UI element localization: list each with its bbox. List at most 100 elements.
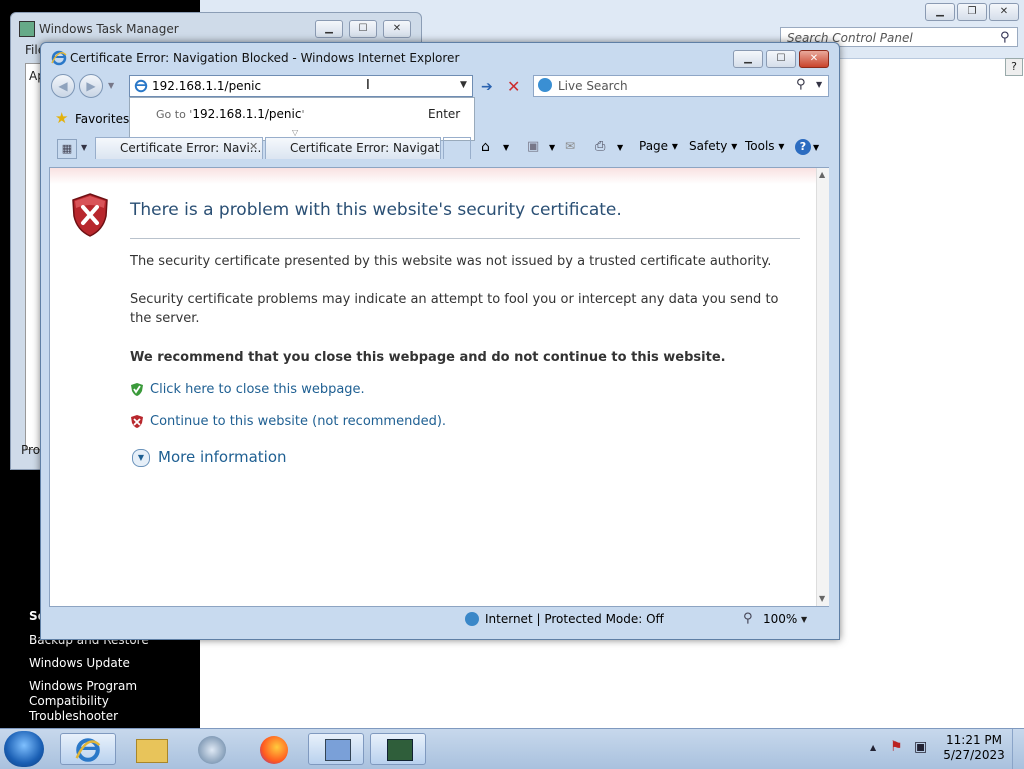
live-search-input[interactable]: Live Search ⚲ ▼ bbox=[533, 75, 829, 97]
address-dropdown-icon[interactable]: ▼ bbox=[460, 80, 467, 90]
zoom-icon[interactable]: ⚲ bbox=[743, 611, 753, 626]
continue-website-link[interactable]: Continue to this website (not recommende… bbox=[150, 414, 446, 429]
page-content: ▲ ▼ There is a problem with this website… bbox=[49, 167, 829, 607]
error-shield-icon bbox=[72, 193, 108, 237]
scroll-down-icon[interactable]: ▼ bbox=[819, 594, 825, 603]
recommendation-text: We recommend that you close this webpage… bbox=[130, 350, 726, 365]
close-webpage-link[interactable]: Click here to close this webpage. bbox=[150, 382, 365, 397]
page-menu[interactable]: Page ▾ bbox=[639, 139, 678, 153]
ie-logo-icon bbox=[51, 50, 67, 66]
show-desktop-button[interactable] bbox=[1012, 729, 1024, 769]
search-options-dropdown-icon[interactable]: ▼ bbox=[816, 80, 822, 89]
read-mail-icon[interactable]: ✉ bbox=[565, 139, 575, 153]
history-dropdown-icon[interactable]: ▼ bbox=[108, 81, 114, 90]
page-title: There is a problem with this website's s… bbox=[130, 200, 622, 220]
tab-certificate-error-2[interactable]: Certificate Error: Navigati... bbox=[265, 137, 441, 159]
scroll-up-icon[interactable]: ▲ bbox=[819, 170, 825, 179]
print-icon[interactable]: ⎙ bbox=[595, 139, 605, 154]
firefox-icon[interactable] bbox=[246, 733, 302, 765]
para-security-warning: Security certificate problems may indica… bbox=[130, 292, 779, 326]
suggestion-goto[interactable]: Go to '192.168.1.1/penic' bbox=[156, 107, 304, 121]
feeds-icon[interactable]: ▣ bbox=[527, 139, 539, 154]
tab-certificate-error-1[interactable]: Certificate Error: Navi... bbox=[95, 137, 263, 159]
start-button-icon[interactable] bbox=[4, 731, 44, 767]
page-icon bbox=[134, 79, 148, 93]
zoom-dropdown-icon[interactable]: ▼ bbox=[801, 615, 807, 624]
goto-suffix: ' bbox=[301, 108, 305, 121]
tm-maximize-button[interactable]: ☐ bbox=[349, 20, 377, 38]
tab-list-dropdown-icon[interactable]: ▼ bbox=[81, 143, 87, 152]
ie-window: Certificate Error: Navigation Blocked - … bbox=[40, 42, 840, 640]
help-icon[interactable]: ? bbox=[795, 139, 811, 155]
expand-chevron-icon[interactable]: ▼ bbox=[132, 449, 150, 467]
taskbar-ie-button[interactable] bbox=[60, 733, 116, 765]
quick-tabs-icon[interactable]: ▦ bbox=[57, 139, 77, 159]
favorites-button[interactable]: Favorites bbox=[75, 112, 129, 126]
safety-menu[interactable]: Safety ▾ bbox=[689, 139, 737, 153]
new-tab-button[interactable] bbox=[443, 137, 471, 159]
goto-prefix: Go to ' bbox=[156, 108, 193, 121]
network-icon[interactable]: ▣ bbox=[914, 739, 927, 755]
taskbar: ▲ ⚑ ▣ 11:21 PM 5/27/2023 bbox=[0, 728, 1024, 769]
title-divider bbox=[130, 238, 800, 239]
red-shield-icon bbox=[131, 415, 143, 428]
safety-menu-label: Safety bbox=[689, 139, 728, 153]
tab-row: ▦ ▼ Certificate Error: Navi... ✕ Certifi… bbox=[47, 135, 831, 161]
cp-restore-button[interactable]: ❐ bbox=[957, 3, 987, 21]
clock-date: 5/27/2023 bbox=[943, 748, 1005, 762]
live-search-logo-icon bbox=[538, 78, 552, 92]
show-hidden-icons-chevron-icon[interactable]: ▲ bbox=[870, 743, 876, 752]
favorites-star-icon[interactable]: ★ bbox=[55, 109, 68, 127]
page-menu-label: Page bbox=[639, 139, 669, 153]
go-arrow-icon[interactable]: ➔ bbox=[481, 79, 493, 95]
control-panel-taskbar-icon[interactable] bbox=[308, 733, 364, 765]
suggestion-enter: Enter bbox=[428, 107, 461, 121]
tools-menu-label: Tools bbox=[745, 139, 775, 153]
task-manager-title: Windows Task Manager bbox=[39, 22, 179, 36]
forward-button[interactable]: ▶ bbox=[79, 74, 103, 98]
ie-close-button[interactable]: ✕ bbox=[799, 50, 829, 68]
task-manager-icon bbox=[19, 21, 35, 37]
tools-menu[interactable]: Tools ▾ bbox=[745, 139, 784, 153]
security-zone-text[interactable]: Internet | Protected Mode: Off bbox=[485, 612, 664, 626]
zoom-level[interactable]: 100% bbox=[763, 612, 797, 626]
ie-maximize-button[interactable]: ☐ bbox=[766, 50, 796, 68]
back-button[interactable]: ◀ bbox=[51, 74, 75, 98]
home-icon[interactable]: ⌂ bbox=[481, 139, 490, 155]
tab-label: Certificate Error: Navi... bbox=[120, 141, 262, 155]
ie-window-title: Certificate Error: Navigation Blocked - … bbox=[70, 51, 460, 65]
search-icon[interactable]: ⚲ bbox=[796, 77, 806, 92]
tab-close-icon[interactable]: ✕ bbox=[249, 140, 258, 153]
action-center-flag-icon[interactable]: ⚑ bbox=[890, 739, 903, 755]
feeds-dropdown-icon[interactable]: ▼ bbox=[549, 143, 555, 152]
cp-minimize-button[interactable]: ▁ bbox=[925, 3, 955, 21]
ie-icon bbox=[75, 738, 101, 762]
address-bar[interactable]: 192.168.1.1/penic I ▼ bbox=[129, 75, 473, 97]
vertical-scrollbar[interactable]: ▲ ▼ bbox=[816, 168, 829, 606]
explorer-folder-icon[interactable] bbox=[122, 733, 178, 765]
clock-time: 11:21 PM bbox=[946, 733, 1002, 747]
tm-close-button[interactable]: ✕ bbox=[383, 20, 411, 38]
cp-close-button[interactable]: ✕ bbox=[989, 3, 1019, 21]
clock[interactable]: 11:21 PM 5/27/2023 bbox=[942, 733, 1006, 763]
task-manager-taskbar-icon[interactable] bbox=[370, 733, 426, 765]
media-player-icon[interactable] bbox=[184, 733, 240, 765]
para-not-trusted: The security certificate presented by th… bbox=[130, 254, 772, 269]
help-dropdown-icon[interactable]: ▼ bbox=[813, 143, 819, 152]
ie-minimize-button[interactable]: ▁ bbox=[733, 50, 763, 68]
tm-status-processes: Pro bbox=[21, 443, 41, 457]
address-input-value[interactable]: 192.168.1.1/penic bbox=[152, 79, 261, 93]
sidebar-link-windows-update[interactable]: Windows Update bbox=[29, 656, 130, 670]
stop-icon[interactable]: ✕ bbox=[507, 77, 520, 96]
text-cursor-icon: I bbox=[366, 78, 370, 93]
live-search-placeholder: Live Search bbox=[558, 79, 628, 93]
home-dropdown-icon[interactable]: ▼ bbox=[503, 143, 509, 152]
internet-zone-icon bbox=[465, 612, 479, 626]
help-icon[interactable]: ? bbox=[1005, 58, 1023, 76]
search-icon[interactable]: ⚲ bbox=[1000, 30, 1010, 45]
status-bar: Internet | Protected Mode: Off ⚲ 100% ▼ bbox=[49, 609, 829, 631]
print-dropdown-icon[interactable]: ▼ bbox=[617, 143, 623, 152]
more-information-link[interactable]: More information bbox=[158, 448, 287, 466]
sidebar-link-compat[interactable]: Windows Program Compatibility Troublesho… bbox=[29, 679, 194, 724]
tm-minimize-button[interactable]: ▁ bbox=[315, 20, 343, 38]
